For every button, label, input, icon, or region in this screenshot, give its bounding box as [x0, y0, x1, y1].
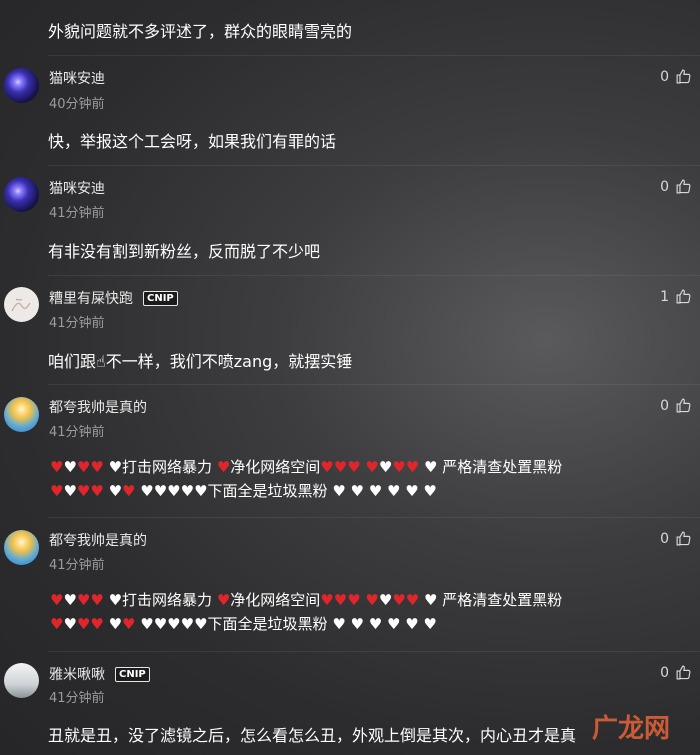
emoji-comment-line-1: ♥♥♥♥ ♥打击网络暴力 ♥净化网络空间♥♥♥ ♥♥♥♥ ♥ 严格清查处置黑粉	[50, 458, 563, 476]
like-button[interactable]: 0	[660, 397, 692, 414]
like-button[interactable]: 0	[660, 178, 692, 195]
comment-text: 快，举报这个工会呀，如果我们有罪的话	[48, 132, 337, 151]
comment-text: 外貌问题就不多评述了，群众的眼睛雪亮的	[48, 22, 353, 41]
like-button[interactable]: 1	[660, 288, 692, 305]
thumbs-up-icon	[676, 398, 691, 413]
divider	[48, 651, 700, 652]
username[interactable]: 猫咪安迪	[49, 68, 105, 88]
thumbs-up-icon	[676, 665, 691, 680]
avatar[interactable]	[4, 663, 39, 698]
like-button[interactable]: 0	[660, 530, 692, 547]
emoji-text: ♥ 严格清查处置黑粉	[424, 458, 563, 476]
cnip-badge: CNIP	[143, 291, 178, 306]
username-row[interactable]: 雅米啾啾 CNIP	[49, 664, 150, 684]
emoji-text: 净化网络空间	[230, 591, 321, 609]
emoji-text: ♥ 严格清查处置黑粉	[424, 591, 563, 609]
thumbs-up-icon	[676, 289, 691, 304]
like-count: 0	[660, 68, 669, 85]
comment-text: 咱们跟☝不一样，我们不喷zang，就摆实锤	[48, 352, 353, 371]
username[interactable]: 糟里有屎快跑	[49, 291, 133, 307]
timestamp: 41分钟前	[49, 206, 105, 221]
avatar[interactable]	[4, 530, 39, 565]
comment-text: 丑就是丑，没了滤镜之后，怎么看怎么丑，外观上倒是其次，内心丑才是真	[48, 726, 577, 745]
emoji-comment-line-1: ♥♥♥♥ ♥打击网络暴力 ♥净化网络空间♥♥♥ ♥♥♥♥ ♥ 严格清查处置黑粉	[50, 591, 563, 609]
like-count: 0	[660, 530, 669, 547]
comment-text: 有非没有割到新粉丝，反而脱了不少吧	[48, 242, 321, 261]
avatar[interactable]	[4, 397, 39, 432]
like-button[interactable]: 0	[660, 664, 692, 681]
emoji-comment-line-2: ♥♥♥♥ ♥♥ ♥♥♥♥♥下面全是垃圾黑粉 ♥ ♥ ♥ ♥ ♥ ♥	[50, 482, 437, 500]
emoji-comment-line-2: ♥♥♥♥ ♥♥ ♥♥♥♥♥下面全是垃圾黑粉 ♥ ♥ ♥ ♥ ♥ ♥	[50, 615, 437, 633]
thumbs-up-icon	[676, 69, 691, 84]
emoji-text: ♥打击网络暴力	[108, 458, 213, 476]
like-count: 0	[660, 664, 669, 681]
username[interactable]: 都夸我帅是真的	[49, 530, 147, 550]
thumbs-up-icon	[676, 531, 691, 546]
username[interactable]: 雅米啾啾	[49, 667, 105, 683]
emoji-text: 下面全是垃圾黑粉	[207, 482, 328, 500]
username[interactable]: 都夸我帅是真的	[49, 397, 147, 417]
username[interactable]: 猫咪安迪	[49, 178, 105, 198]
like-count: 0	[660, 178, 669, 195]
divider	[48, 275, 700, 276]
divider	[48, 384, 700, 385]
timestamp: 41分钟前	[49, 316, 105, 331]
timestamp: 41分钟前	[49, 425, 105, 440]
timestamp: 40分钟前	[49, 97, 105, 112]
emoji-text: 净化网络空间	[230, 458, 321, 476]
divider	[48, 517, 700, 518]
divider	[48, 165, 700, 166]
timestamp: 41分钟前	[49, 558, 105, 573]
timestamp: 41分钟前	[49, 691, 105, 706]
like-button[interactable]: 0	[660, 68, 692, 85]
avatar[interactable]	[4, 287, 39, 322]
cnip-badge: CNIP	[115, 667, 150, 682]
divider	[48, 55, 700, 56]
watermark-logo: 广龙网	[591, 714, 670, 744]
emoji-text: 下面全是垃圾黑粉	[207, 615, 328, 633]
username-row[interactable]: 糟里有屎快跑 CNIP	[49, 288, 178, 308]
avatar[interactable]	[4, 68, 39, 103]
emoji-text: ♥打击网络暴力	[108, 591, 213, 609]
thumbs-up-icon	[676, 179, 691, 194]
avatar[interactable]	[4, 177, 39, 212]
like-count: 0	[660, 397, 669, 414]
like-count: 1	[660, 288, 669, 305]
